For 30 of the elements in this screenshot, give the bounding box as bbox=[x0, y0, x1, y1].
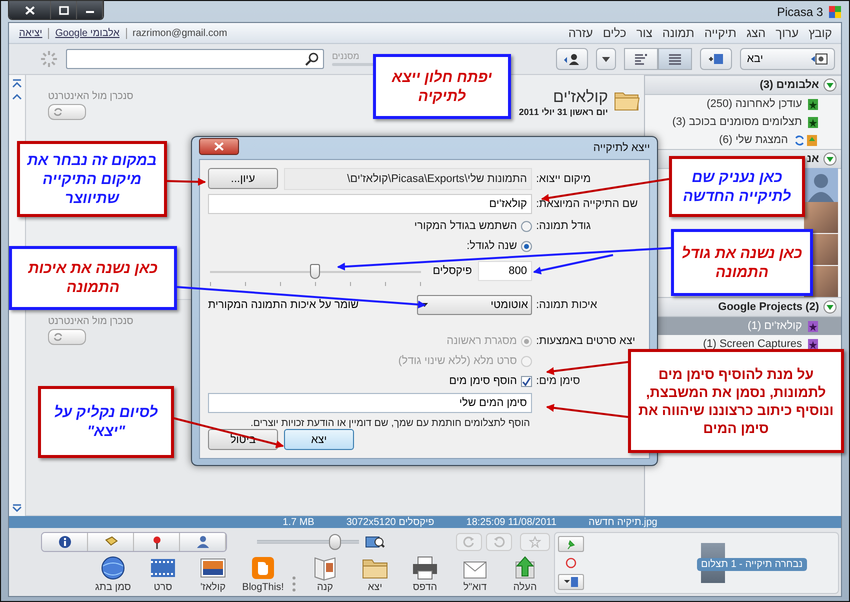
callout-tooltip: על מנת להוסיף סימן מים לתמונות, נסמן את המשבצת, ונוסיף כיתוב כרצוננו שיהווה את סימן המים bbox=[628, 349, 844, 453]
field-label: גודל תמונה: bbox=[536, 220, 591, 232]
field-label: סימן מים: bbox=[536, 375, 580, 387]
unit-label: פיקסלים bbox=[432, 265, 472, 277]
path-field: התמונות שלי\Picasa\Exports\קולאז'ים\ bbox=[284, 168, 532, 190]
callout-tooltip: כאן נעניק שם לתיקייה החדשה bbox=[669, 156, 805, 217]
tray-label: נבחרה תיקייה - 1 תצלום bbox=[697, 558, 807, 571]
status-dimensions: 3072x5120 פיקסלים bbox=[346, 516, 434, 528]
callout-tooltip: לסיום נקליק על "יצא" bbox=[38, 386, 174, 458]
folder-date: יום ראשון 31 יולי 2011 bbox=[518, 107, 608, 117]
account-email: razrimon@gmail.com bbox=[126, 28, 234, 38]
filter-label: מסננים bbox=[332, 52, 360, 61]
callout-tooltip: כאן נשנה את איכות התמונה bbox=[9, 246, 177, 310]
field-label: שם התיקייה המיוצאת: bbox=[536, 198, 638, 210]
sync-label: סנכרן מול האינטרנט bbox=[48, 316, 134, 327]
quality-note: שומר על איכות התמונה המקורית bbox=[208, 298, 359, 310]
status-filename: תיקיה חדשה.jpg bbox=[588, 516, 658, 528]
dialog-title: ייצא לתיקייה bbox=[593, 142, 650, 154]
folder-title: קולאז'ים bbox=[552, 89, 608, 107]
window-title: Picasa 3 bbox=[776, 4, 823, 18]
field-label: יצא סרטים באמצעות: bbox=[536, 335, 636, 347]
sync-label: סנכרן מול האינטרנט bbox=[48, 91, 134, 102]
hint-text: הוסף לתצלומים חותמת עם שמך, שם דומיין או הודעת זכויות יוצרים. bbox=[250, 418, 531, 429]
field-label: מיקום ייצוא: bbox=[536, 172, 591, 184]
callout-tooltip: במקום זה נבחר את מיקום התיקייה שתיווצר bbox=[17, 141, 167, 217]
callout-tooltip: יפתח חלון ייצא לתיקיה bbox=[373, 54, 511, 119]
status-filesize: 1.7 MB bbox=[282, 516, 314, 528]
field-label: איכות תמונה: bbox=[536, 298, 598, 310]
status-datetime: 18:25:09 11/08/2011 bbox=[466, 516, 557, 528]
callout-tooltip: כאן נשנה את גודל התמונה bbox=[671, 229, 813, 296]
